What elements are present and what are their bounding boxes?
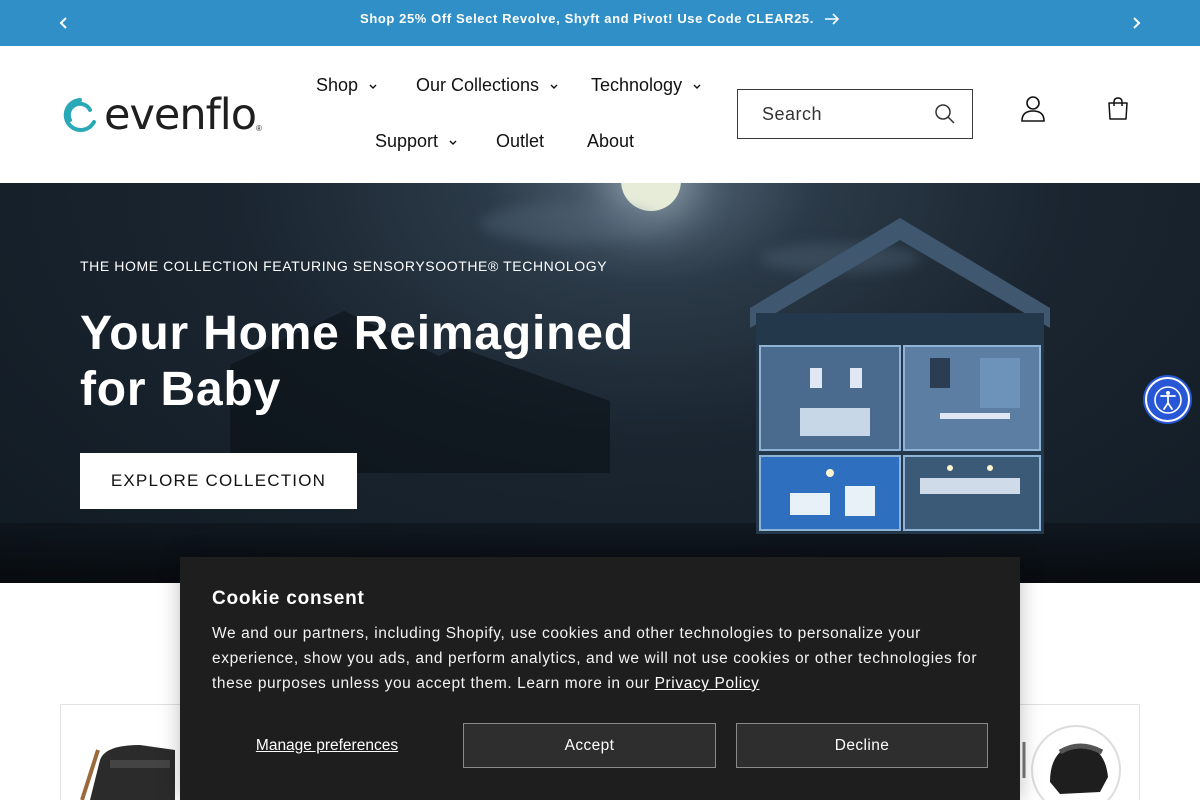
chevron-down-icon [449, 140, 457, 145]
manage-preferences-button[interactable]: Manage preferences [212, 723, 442, 768]
announcement-bar: Shop 25% Off Select Revolve, Shyft and P… [0, 0, 1200, 46]
chevron-down-icon [693, 84, 701, 89]
cloud-graphic [480, 203, 660, 243]
cookie-consent-dialog: Cookie consent We and our partners, incl… [180, 557, 1020, 800]
cookie-title: Cookie consent [212, 588, 365, 609]
hero-title: Your Home Reimagined for Baby [80, 307, 634, 416]
explore-collection-button[interactable]: EXPLORE COLLECTION [80, 453, 357, 509]
stroller-product-image[interactable] [80, 740, 180, 800]
nav-label: Outlet [496, 131, 545, 151]
chevron-down-icon [550, 84, 558, 89]
arrow-right-icon [824, 12, 840, 25]
accept-button[interactable]: Accept [463, 723, 716, 768]
hero-banner: THE HOME COLLECTION FEATURING SENSORYSOO… [0, 183, 1200, 583]
nav-label: Technology [591, 75, 683, 95]
announcement-link[interactable]: Shop 25% Off Select Revolve, Shyft and P… [360, 11, 840, 26]
cookie-body-text: We and our partners, including Shopify, … [212, 625, 978, 692]
logo-mark-icon [63, 97, 96, 132]
cart-icon[interactable] [1106, 96, 1130, 122]
announcement-text: Shop 25% Off Select Revolve, Shyft and P… [360, 11, 814, 26]
nav-label: Support [375, 131, 439, 151]
nav-technology[interactable]: Technology [591, 75, 702, 96]
decline-button[interactable]: Decline [736, 723, 988, 768]
privacy-policy-link[interactable]: Privacy Policy [655, 675, 760, 692]
search-box [737, 89, 973, 139]
nav-label: Our Collections [416, 75, 540, 95]
logo-registered-mark: ® [256, 124, 262, 133]
announcement-next-button[interactable] [1123, 10, 1149, 36]
nav-shop[interactable]: Shop [316, 75, 378, 96]
announcement-message: Shop 25% Off Select Revolve, Shyft and P… [0, 11, 1200, 26]
chevron-down-icon [369, 84, 377, 89]
nav-our-collections[interactable]: Our Collections [416, 75, 559, 96]
moon-graphic [621, 183, 681, 211]
brand-logo[interactable]: evenflo ® [60, 94, 262, 137]
chevron-right-icon [1133, 17, 1141, 29]
site-header: evenflo ® Shop Our Collections Technolog… [0, 46, 1200, 183]
nav-label: About [587, 131, 635, 151]
search-input[interactable] [762, 103, 942, 125]
cookie-body: We and our partners, including Shopify, … [212, 621, 1002, 696]
dollhouse-illustration [750, 218, 1050, 534]
account-icon[interactable] [1020, 95, 1046, 123]
search-icon[interactable] [934, 103, 956, 125]
nav-about[interactable]: About [587, 131, 634, 152]
nav-outlet[interactable]: Outlet [496, 131, 544, 152]
hero-eyebrow: THE HOME COLLECTION FEATURING SENSORYSOO… [80, 258, 608, 274]
accessibility-button[interactable] [1145, 377, 1190, 422]
logo-wordmark: evenflo [104, 90, 257, 140]
car-seat-product-image[interactable] [1020, 722, 1130, 800]
nav-support[interactable]: Support [375, 131, 458, 152]
nav-label: Shop [316, 75, 359, 95]
accessibility-icon [1153, 385, 1182, 414]
